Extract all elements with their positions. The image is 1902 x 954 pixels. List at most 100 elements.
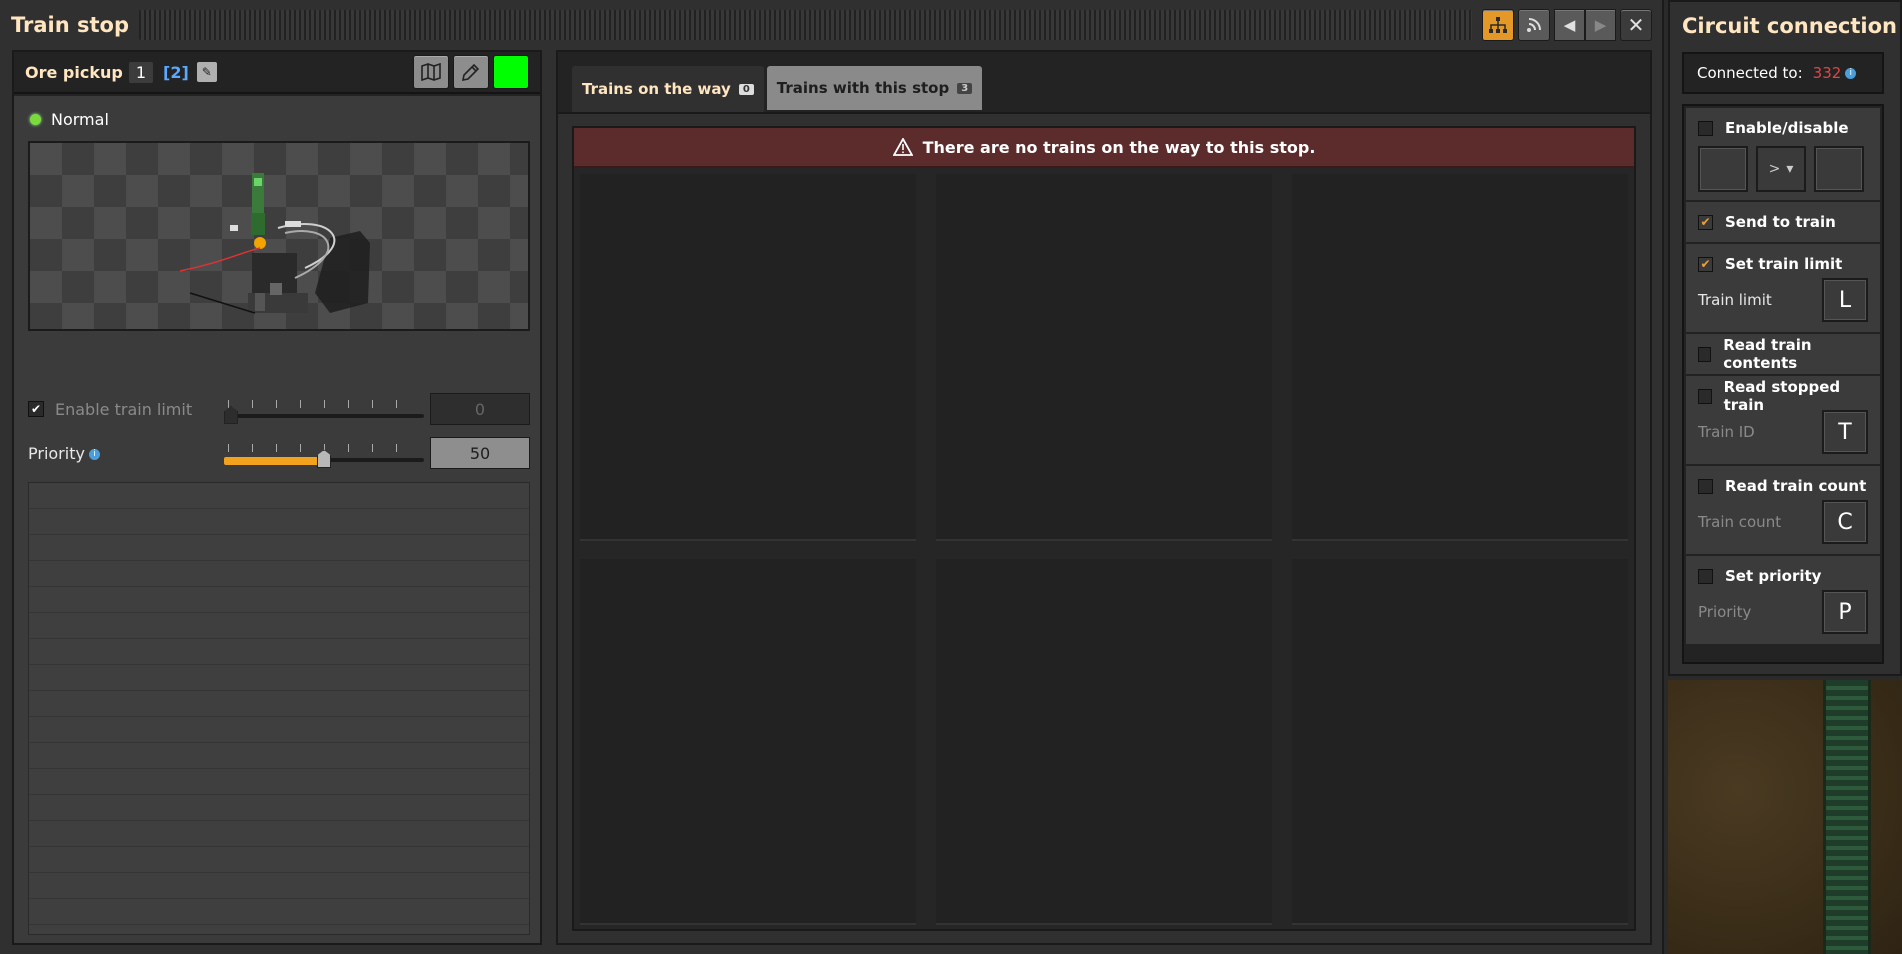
enable-train-limit-checkbox[interactable]: ✔	[28, 401, 44, 417]
send-to-train-label: Send to train	[1725, 213, 1836, 231]
status-row: Normal	[30, 110, 109, 129]
connected-info-icon[interactable]: i	[1845, 67, 1857, 79]
enable-train-limit-label: Enable train limit	[55, 399, 193, 419]
titlebar: Train stop ◀ ▶ ✕	[0, 0, 1662, 50]
chevron-down-icon: ▾	[1786, 161, 1794, 177]
send-to-train-checkbox[interactable]: ✔	[1698, 214, 1713, 230]
operator-value: >	[1768, 161, 1781, 177]
enable-disable-label: Enable/disable	[1725, 119, 1849, 137]
circuit-title: Circuit connection	[1682, 14, 1897, 38]
status-indicator-icon	[30, 114, 41, 125]
set-train-limit-checkbox[interactable]: ✔	[1698, 256, 1713, 272]
train-stop-window: Train stop ◀ ▶ ✕ Ore pickup 1 [2] ✎ Norm…	[0, 0, 1664, 954]
connected-network-id[interactable]: 332	[1813, 64, 1842, 82]
conveyor-belt	[1823, 680, 1871, 954]
tab-badge: 3	[957, 82, 973, 94]
set-train-limit-section: ✔ Set train limit Train limit L	[1686, 244, 1880, 334]
schedule-list	[28, 482, 530, 935]
priority-slider[interactable]	[224, 436, 424, 470]
entity-preview[interactable]	[28, 141, 530, 331]
tab-trains-with-this-stop[interactable]: Trains with this stop 3	[766, 66, 983, 110]
tab-label: Trains with this stop	[776, 79, 950, 97]
priority-signal[interactable]: P	[1822, 590, 1868, 634]
read-contents-checkbox[interactable]	[1698, 346, 1712, 362]
enable-disable-checkbox[interactable]	[1698, 120, 1713, 136]
warning-icon	[892, 138, 913, 156]
read-stopped-section: Read stopped train Train ID T	[1686, 376, 1880, 466]
train-slot	[1292, 174, 1628, 541]
send-to-train-section: ✔ Send to train	[1686, 202, 1880, 244]
map-icon[interactable]	[413, 55, 449, 89]
train-limit-slider-thumb[interactable]	[224, 406, 238, 424]
trains-body: There are no trains on the way to this s…	[558, 112, 1650, 943]
read-contents-section: Read train contents	[1686, 334, 1880, 376]
priority-info-icon[interactable]: i	[88, 448, 100, 460]
train-count-signal[interactable]: C	[1822, 500, 1868, 544]
condition-first-signal[interactable]	[1698, 146, 1748, 192]
no-trains-message: There are no trains on the way to this s…	[922, 137, 1316, 157]
connected-to-label: Connected to:	[1697, 64, 1803, 82]
train-stop-preview-image	[179, 173, 370, 314]
trains-frame: There are no trains on the way to this s…	[572, 126, 1636, 931]
tab-trains-on-the-way[interactable]: Trains on the way 0	[572, 66, 764, 112]
circuit-options: Enable/disable > ▾ ✔ Send to train ✔ Set…	[1682, 104, 1884, 664]
condition-second-signal[interactable]	[1814, 146, 1864, 192]
logistic-network-icon[interactable]	[1518, 9, 1550, 41]
read-stopped-checkbox[interactable]	[1698, 388, 1712, 404]
train-slot	[1292, 558, 1628, 925]
game-world-view[interactable]	[1668, 680, 1902, 954]
drag-handle[interactable]	[139, 10, 1472, 40]
window-title: Train stop	[11, 13, 130, 37]
set-priority-section: Set priority Priority P	[1686, 556, 1880, 644]
train-limit-signal-label: Train limit	[1698, 291, 1772, 309]
train-limit-input[interactable]: 0	[430, 393, 530, 425]
read-count-label: Read train count	[1725, 477, 1867, 495]
train-slot	[580, 174, 916, 541]
previous-icon[interactable]: ◀	[1554, 9, 1585, 41]
rename-pencil-icon[interactable]: ✎	[196, 62, 217, 82]
read-count-section: Read train count Train count C	[1686, 466, 1880, 556]
status-text: Normal	[51, 110, 109, 129]
train-limit-signal[interactable]: L	[1822, 278, 1868, 322]
enable-disable-section: Enable/disable > ▾	[1686, 108, 1880, 202]
train-id-signal[interactable]: T	[1822, 410, 1868, 454]
priority-signal-label: Priority	[1698, 603, 1752, 621]
priority-input[interactable]: 50	[430, 437, 530, 469]
circuit-connection-window: Circuit connection Connected to: 332 i E…	[1668, 0, 1902, 676]
stop-color-swatch[interactable]	[493, 55, 529, 89]
priority-slider-thumb[interactable]	[317, 450, 331, 468]
stop-name: Ore pickup	[25, 62, 123, 82]
train-slot	[936, 174, 1272, 541]
no-trains-banner: There are no trains on the way to this s…	[574, 128, 1634, 168]
trains-panel: Trains on the way 0 Trains with this sto…	[556, 50, 1652, 945]
priority-slider-fill	[224, 457, 324, 465]
trains-tabs: Trains on the way 0 Trains with this sto…	[572, 66, 983, 112]
tab-badge: 0	[738, 83, 754, 95]
train-slot	[936, 558, 1272, 925]
train-slot	[580, 558, 916, 925]
trains-grid	[580, 174, 1628, 925]
stop-settings-panel: Ore pickup 1 [2] ✎ Normal ✔ Enable train…	[12, 50, 542, 945]
stop-limit: [2]	[163, 62, 189, 82]
train-id-label: Train ID	[1698, 423, 1755, 441]
train-limit-slider[interactable]	[224, 392, 424, 426]
stop-header: Ore pickup 1 [2] ✎	[14, 52, 540, 94]
set-train-limit-label: Set train limit	[1725, 255, 1843, 273]
stop-settings-body: Normal ✔ Enable train limit 0 Priority i…	[14, 96, 540, 943]
set-priority-checkbox[interactable]	[1698, 568, 1713, 584]
tab-label: Trains on the way	[582, 80, 731, 98]
connected-to-row: Connected to: 332 i	[1682, 52, 1884, 94]
condition-operator-dropdown[interactable]: > ▾	[1756, 146, 1806, 192]
color-picker-icon[interactable]	[453, 55, 489, 89]
priority-label: Priority i	[28, 444, 100, 463]
stop-count: 1	[128, 61, 154, 83]
priority-row: Priority i 50	[28, 436, 530, 470]
train-limit-row: ✔ Enable train limit 0	[28, 392, 530, 426]
read-count-checkbox[interactable]	[1698, 478, 1713, 494]
read-contents-label: Read train contents	[1723, 336, 1812, 372]
read-stopped-label: Read stopped train	[1723, 378, 1841, 414]
next-icon[interactable]: ▶	[1585, 9, 1616, 41]
train-count-label: Train count	[1698, 513, 1782, 531]
circuit-network-icon[interactable]	[1482, 9, 1514, 41]
close-icon[interactable]: ✕	[1620, 9, 1652, 41]
